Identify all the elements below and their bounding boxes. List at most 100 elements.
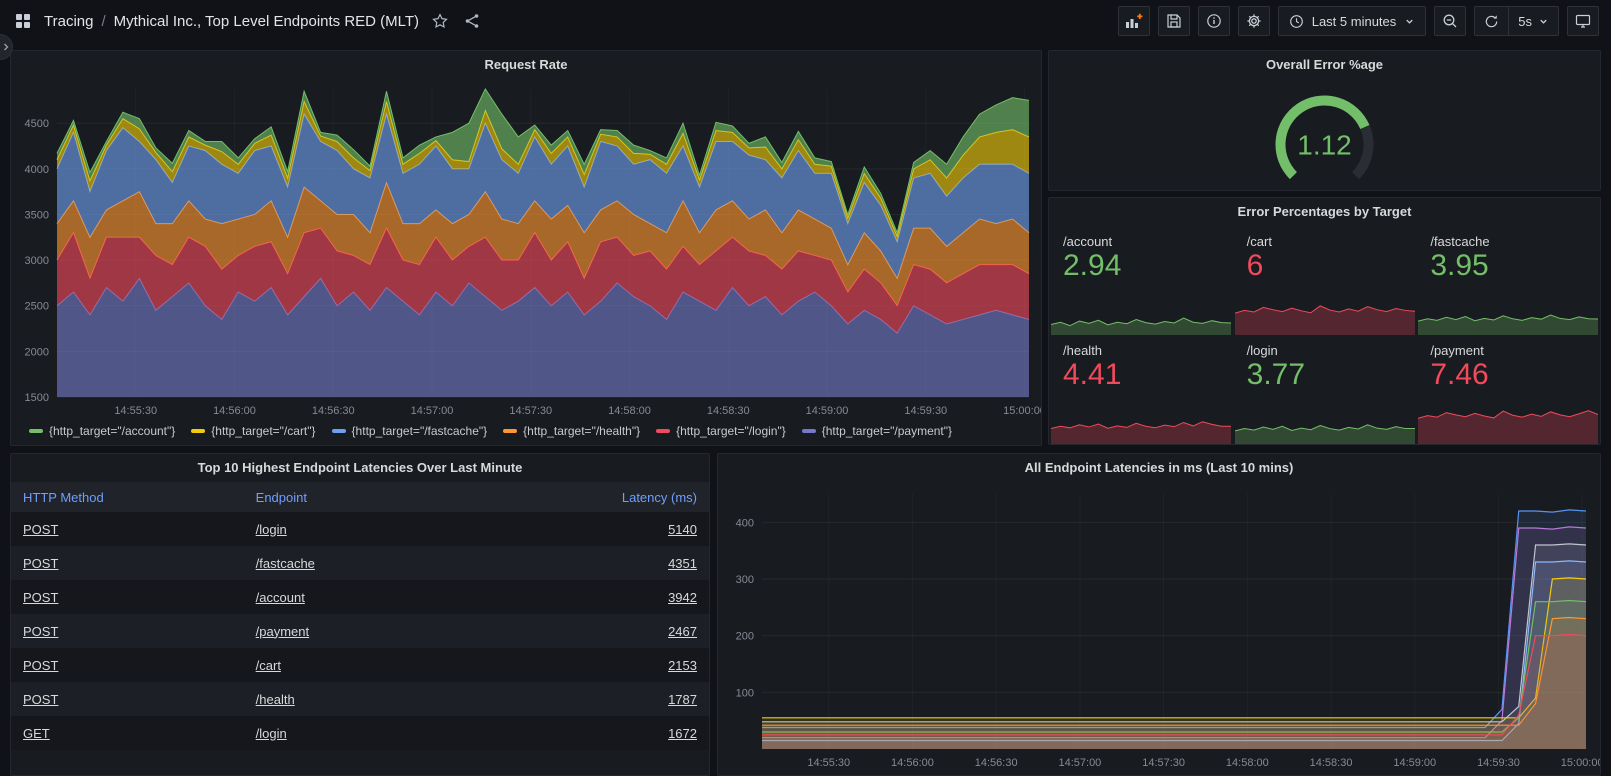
svg-text:2500: 2500 bbox=[25, 301, 49, 313]
svg-text:2000: 2000 bbox=[25, 346, 49, 358]
table-cell: 1787 bbox=[476, 682, 709, 716]
cell-link[interactable]: POST bbox=[23, 658, 58, 673]
dashboard-info-button[interactable] bbox=[1198, 6, 1230, 36]
panel-request-rate: Request Rate 150020002500300035004000450… bbox=[10, 50, 1042, 446]
breadcrumb-section[interactable]: Tracing bbox=[44, 13, 93, 30]
legend-series-label: {http_target="/payment"} bbox=[822, 424, 952, 438]
legend-series-label: {http_target="/health"} bbox=[523, 424, 640, 438]
clock-icon bbox=[1289, 13, 1305, 29]
apps-grid-icon[interactable] bbox=[12, 10, 34, 32]
add-panel-button[interactable] bbox=[1118, 6, 1150, 36]
table-cell: POST bbox=[11, 512, 244, 546]
legend-item[interactable]: {http_target="/fastcache"} bbox=[332, 424, 488, 438]
cell-link[interactable]: 2153 bbox=[668, 658, 697, 673]
column-header[interactable]: Endpoint bbox=[244, 482, 477, 512]
cell-link[interactable]: 5140 bbox=[668, 522, 697, 537]
cell-link[interactable]: GET bbox=[23, 726, 50, 741]
legend-series-color bbox=[503, 429, 517, 433]
svg-text:15:00:00: 15:00:00 bbox=[1561, 757, 1600, 769]
breadcrumb-separator: / bbox=[101, 13, 105, 30]
star-icon[interactable] bbox=[429, 10, 451, 32]
dashboard-title[interactable]: Mythical Inc., Top Level Endpoints RED (… bbox=[114, 13, 419, 30]
sparkline-svg bbox=[1418, 402, 1598, 444]
refresh-button[interactable] bbox=[1475, 7, 1508, 35]
zoom-out-button[interactable] bbox=[1434, 6, 1466, 36]
cell-link[interactable]: 1672 bbox=[668, 726, 697, 741]
refresh-interval-label: 5s bbox=[1518, 14, 1532, 29]
cell-link[interactable]: /cart bbox=[256, 658, 281, 673]
stat-value: 3.95 bbox=[1430, 249, 1586, 284]
legend-series-color bbox=[191, 429, 205, 433]
panel-title[interactable]: Top 10 Highest Endpoint Latencies Over L… bbox=[11, 454, 709, 482]
table-cell: POST bbox=[11, 580, 244, 614]
svg-text:14:57:30: 14:57:30 bbox=[1142, 757, 1185, 769]
cell-link[interactable]: 2467 bbox=[668, 624, 697, 639]
panel-title[interactable]: Error Percentages by Target bbox=[1049, 198, 1600, 226]
svg-text:14:59:00: 14:59:00 bbox=[1393, 757, 1436, 769]
table-cell: /account bbox=[244, 580, 477, 614]
cell-link[interactable]: 1787 bbox=[668, 692, 697, 707]
time-range-picker[interactable]: Last 5 minutes bbox=[1278, 6, 1427, 36]
cell-link[interactable]: /login bbox=[256, 726, 287, 741]
cell-link[interactable]: /health bbox=[256, 692, 295, 707]
cell-link[interactable]: /payment bbox=[256, 624, 309, 639]
cell-link[interactable]: POST bbox=[23, 624, 58, 639]
cell-link[interactable]: /account bbox=[256, 590, 305, 605]
cell-link[interactable]: 4351 bbox=[668, 556, 697, 571]
kiosk-mode-button[interactable] bbox=[1567, 6, 1599, 36]
svg-text:14:55:30: 14:55:30 bbox=[114, 405, 157, 417]
table-cell: /payment bbox=[244, 614, 477, 648]
request-rate-svg: 150020002500300035004000450014:55:3014:5… bbox=[11, 79, 1041, 421]
cell-link[interactable]: POST bbox=[23, 590, 58, 605]
panel-error-by-target: Error Percentages by Target /account2.94… bbox=[1048, 197, 1601, 445]
cell-link[interactable]: /fastcache bbox=[256, 556, 315, 571]
toolbar: Last 5 minutes 5s bbox=[1118, 6, 1599, 36]
legend-series-color bbox=[29, 429, 43, 433]
column-header[interactable]: Latency (ms) bbox=[476, 482, 709, 512]
stat-tile-cart: /cart6 bbox=[1233, 226, 1417, 335]
svg-text:14:57:00: 14:57:00 bbox=[1058, 757, 1101, 769]
legend-item[interactable]: {http_target="/payment"} bbox=[802, 424, 952, 438]
sparkline-svg bbox=[1051, 402, 1231, 444]
svg-text:400: 400 bbox=[736, 517, 754, 529]
cell-link[interactable]: /login bbox=[256, 522, 287, 537]
latency-table: HTTP MethodEndpointLatency (ms) POST/log… bbox=[11, 482, 709, 750]
cell-link[interactable]: POST bbox=[23, 522, 58, 537]
legend-item[interactable]: {http_target="/account"} bbox=[29, 424, 175, 438]
panel-title[interactable]: Request Rate bbox=[11, 51, 1041, 79]
stat-tile-fastcache: /fastcache3.95 bbox=[1416, 226, 1600, 335]
stat-tile-account: /account2.94 bbox=[1049, 226, 1233, 335]
cell-link[interactable]: POST bbox=[23, 692, 58, 707]
table-row: POST/cart 2153 bbox=[11, 648, 709, 682]
svg-text:1500: 1500 bbox=[25, 392, 49, 404]
gauge-svg: 1.12 bbox=[1049, 79, 1600, 190]
cell-link[interactable]: 3942 bbox=[668, 590, 697, 605]
panel-latency-table: Top 10 Highest Endpoint Latencies Over L… bbox=[10, 453, 710, 776]
share-icon[interactable] bbox=[461, 10, 483, 32]
column-header[interactable]: HTTP Method bbox=[11, 482, 244, 512]
table-cell: 1672 bbox=[476, 716, 709, 750]
cell-link[interactable]: POST bbox=[23, 556, 58, 571]
svg-text:14:56:00: 14:56:00 bbox=[213, 405, 256, 417]
svg-text:3500: 3500 bbox=[25, 209, 49, 221]
table-cell: POST bbox=[11, 614, 244, 648]
table-row: POST/account 3942 bbox=[11, 580, 709, 614]
table-cell: 4351 bbox=[476, 546, 709, 580]
request-rate-chart[interactable]: 150020002500300035004000450014:55:3014:5… bbox=[11, 79, 1041, 421]
svg-text:14:56:30: 14:56:30 bbox=[312, 405, 355, 417]
save-dashboard-button[interactable] bbox=[1158, 6, 1190, 36]
latency-chart[interactable]: 10020030040014:55:3014:56:0014:56:3014:5… bbox=[718, 482, 1600, 775]
panel-latency-chart: All Endpoint Latencies in ms (Last 10 mi… bbox=[717, 453, 1601, 776]
table-row: POST/payment 2467 bbox=[11, 614, 709, 648]
stat-target-label: /payment bbox=[1430, 343, 1586, 358]
refresh-interval-picker[interactable]: 5s bbox=[1508, 7, 1558, 35]
legend-item[interactable]: {http_target="/login"} bbox=[656, 424, 786, 438]
table-cell: POST bbox=[11, 546, 244, 580]
panel-title[interactable]: All Endpoint Latencies in ms (Last 10 mi… bbox=[718, 454, 1600, 482]
panel-title[interactable]: Overall Error %age bbox=[1049, 51, 1600, 79]
legend-item[interactable]: {http_target="/cart"} bbox=[191, 424, 315, 438]
dashboard-settings-button[interactable] bbox=[1238, 6, 1270, 36]
breadcrumb: Tracing / Mythical Inc., Top Level Endpo… bbox=[44, 13, 419, 30]
svg-text:4000: 4000 bbox=[25, 164, 49, 176]
legend-item[interactable]: {http_target="/health"} bbox=[503, 424, 640, 438]
